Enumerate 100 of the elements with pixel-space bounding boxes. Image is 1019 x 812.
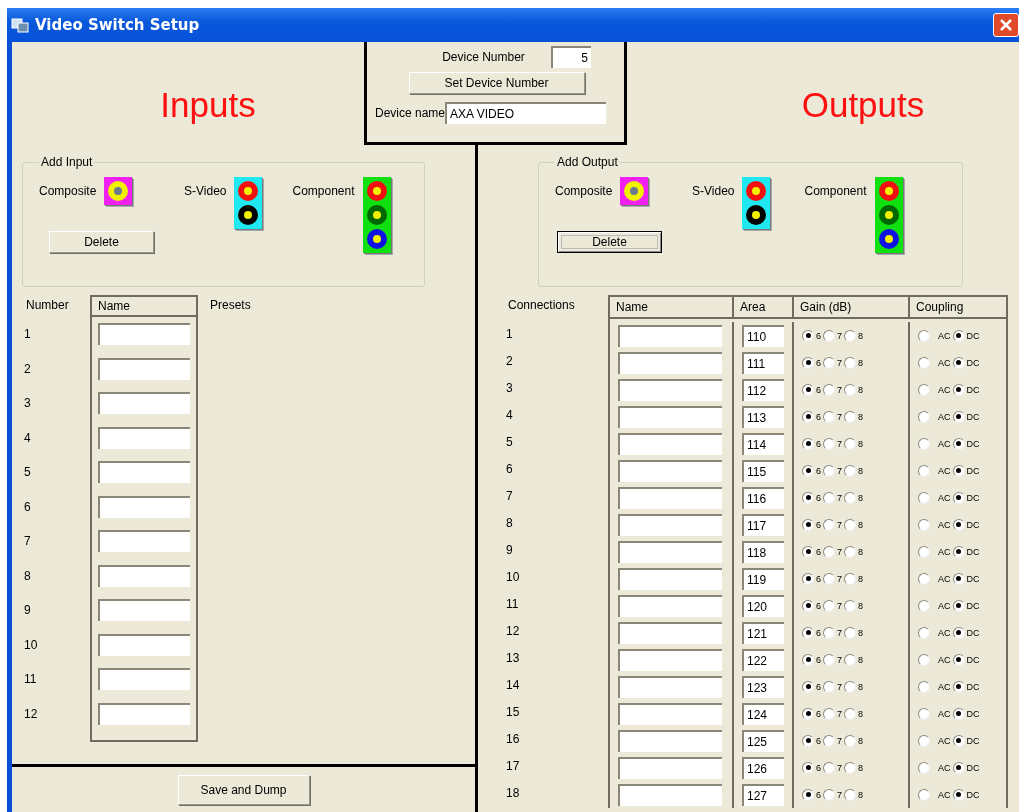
area-field[interactable]: 125 [742, 729, 784, 752]
name-field[interactable] [98, 668, 190, 691]
radio-button[interactable] [918, 410, 930, 423]
radio-button[interactable] [952, 734, 965, 747]
radio-button[interactable] [802, 437, 814, 450]
radio-button[interactable] [823, 545, 835, 558]
radio-button[interactable] [802, 572, 814, 585]
radio-button[interactable] [823, 410, 835, 423]
name-field[interactable] [618, 378, 722, 401]
radio-button[interactable] [823, 599, 835, 612]
radio-button[interactable] [952, 761, 965, 774]
radio-button[interactable] [918, 788, 930, 801]
radio-button[interactable] [844, 356, 857, 369]
radio-button[interactable] [802, 329, 814, 342]
name-field[interactable] [98, 495, 190, 518]
radio-button[interactable] [952, 383, 965, 396]
area-field[interactable]: 120 [742, 594, 784, 617]
name-field[interactable] [618, 594, 722, 617]
name-field[interactable] [618, 513, 722, 536]
area-field[interactable]: 126 [742, 756, 784, 779]
name-field[interactable] [618, 702, 722, 725]
name-field[interactable] [98, 633, 190, 656]
area-field[interactable]: 122 [742, 648, 784, 671]
radio-button[interactable] [918, 707, 930, 720]
delete-button[interactable]: Delete [49, 231, 154, 253]
connector-button[interactable] [874, 177, 903, 253]
connector-button[interactable] [362, 177, 391, 253]
radio-button[interactable] [952, 653, 965, 666]
area-field[interactable]: 115 [742, 459, 784, 482]
radio-button[interactable] [844, 761, 857, 774]
radio-button[interactable] [918, 491, 930, 504]
radio-button[interactable] [918, 329, 930, 342]
close-button[interactable] [993, 13, 1019, 37]
name-field[interactable] [618, 459, 722, 482]
name-field[interactable] [618, 648, 722, 671]
radio-button[interactable] [844, 329, 857, 342]
radio-button[interactable] [802, 599, 814, 612]
radio-button[interactable] [952, 572, 965, 585]
radio-button[interactable] [844, 545, 857, 558]
area-field[interactable]: 119 [742, 567, 784, 590]
area-field[interactable]: 113 [742, 405, 784, 428]
area-field[interactable]: 123 [742, 675, 784, 698]
delete-button[interactable]: Delete [557, 231, 662, 253]
radio-button[interactable] [952, 599, 965, 612]
save-and-dump-button[interactable]: Save and Dump [177, 774, 310, 805]
radio-button[interactable] [952, 518, 965, 531]
radio-button[interactable] [844, 734, 857, 747]
radio-button[interactable] [952, 680, 965, 693]
radio-button[interactable] [823, 707, 835, 720]
name-field[interactable] [98, 426, 190, 449]
radio-button[interactable] [823, 761, 835, 774]
name-field[interactable] [618, 783, 722, 806]
radio-button[interactable] [918, 356, 930, 369]
connector-button[interactable] [234, 177, 263, 229]
radio-button[interactable] [952, 626, 965, 639]
name-field[interactable] [618, 567, 722, 590]
device-name-field[interactable]: AXA VIDEO [445, 102, 607, 124]
radio-button[interactable] [844, 410, 857, 423]
radio-button[interactable] [844, 383, 857, 396]
radio-button[interactable] [952, 437, 965, 450]
radio-button[interactable] [823, 383, 835, 396]
name-field[interactable] [618, 675, 722, 698]
radio-button[interactable] [802, 626, 814, 639]
radio-button[interactable] [844, 518, 857, 531]
radio-button[interactable] [802, 491, 814, 504]
radio-button[interactable] [802, 545, 814, 558]
radio-button[interactable] [918, 572, 930, 585]
name-field[interactable] [98, 357, 190, 380]
radio-button[interactable] [844, 653, 857, 666]
radio-button[interactable] [918, 383, 930, 396]
radio-button[interactable] [952, 491, 965, 504]
radio-button[interactable] [844, 491, 857, 504]
radio-button[interactable] [802, 761, 814, 774]
radio-button[interactable] [844, 437, 857, 450]
name-field[interactable] [98, 702, 190, 725]
radio-button[interactable] [823, 653, 835, 666]
area-field[interactable]: 112 [742, 378, 784, 401]
radio-button[interactable] [918, 599, 930, 612]
name-field[interactable] [98, 530, 190, 553]
radio-button[interactable] [823, 356, 835, 369]
radio-button[interactable] [823, 518, 835, 531]
device-number-field[interactable]: 5 [550, 46, 591, 68]
area-field[interactable]: 114 [742, 432, 784, 455]
name-field[interactable] [618, 621, 722, 644]
radio-button[interactable] [918, 518, 930, 531]
radio-button[interactable] [823, 437, 835, 450]
connector-button[interactable] [742, 177, 771, 229]
area-field[interactable]: 127 [742, 783, 784, 806]
area-field[interactable]: 117 [742, 513, 784, 536]
radio-button[interactable] [802, 518, 814, 531]
radio-button[interactable] [823, 464, 835, 477]
radio-button[interactable] [918, 734, 930, 747]
area-field[interactable]: 110 [742, 324, 784, 347]
radio-button[interactable] [918, 464, 930, 477]
name-field[interactable] [618, 432, 722, 455]
radio-button[interactable] [802, 707, 814, 720]
name-field[interactable] [98, 564, 190, 587]
radio-button[interactable] [823, 329, 835, 342]
radio-button[interactable] [918, 680, 930, 693]
radio-button[interactable] [823, 788, 835, 801]
